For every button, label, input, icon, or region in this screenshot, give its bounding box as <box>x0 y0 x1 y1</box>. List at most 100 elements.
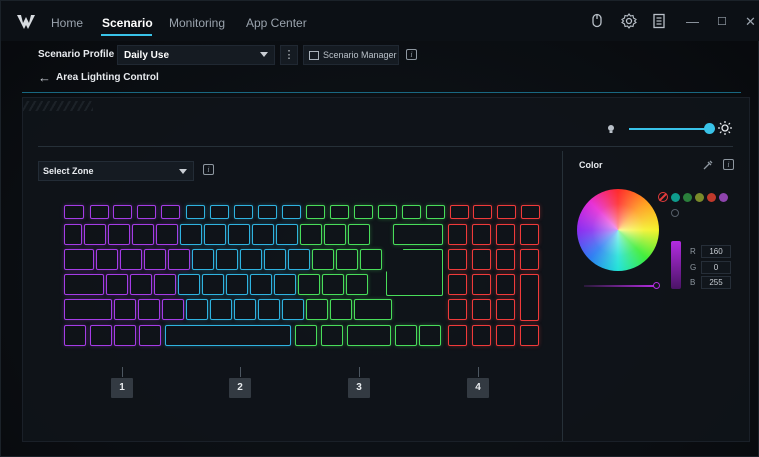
tab-scenario[interactable]: Scenario <box>102 16 153 30</box>
keyboard-key[interactable] <box>496 274 515 295</box>
keyboard-key[interactable] <box>113 205 132 219</box>
saturation-slider[interactable] <box>584 285 656 287</box>
keyboard-key[interactable] <box>216 249 238 270</box>
keyboard-key[interactable] <box>64 325 86 346</box>
keyboard-key[interactable] <box>312 249 334 270</box>
keyboard-key[interactable] <box>520 325 539 346</box>
keyboard-key[interactable] <box>348 224 370 245</box>
keyboard-key[interactable] <box>108 224 130 245</box>
eyedropper-icon[interactable] <box>702 159 714 171</box>
keyboard-key[interactable] <box>300 224 322 245</box>
keyboard-key[interactable] <box>521 205 540 219</box>
maximize-icon[interactable]: ☐ <box>717 15 727 28</box>
keyboard-key[interactable] <box>321 325 343 346</box>
keyboard-key[interactable] <box>250 274 272 295</box>
keyboard-key[interactable] <box>120 249 142 270</box>
keyboard-key[interactable] <box>306 205 325 219</box>
keyboard-key[interactable] <box>234 299 256 320</box>
keyboard-key[interactable] <box>154 274 176 295</box>
keyboard-key[interactable] <box>298 274 320 295</box>
keyboard-key[interactable] <box>138 299 160 320</box>
keyboard-key[interactable] <box>448 224 467 245</box>
keyboard-key[interactable] <box>84 224 106 245</box>
keyboard-key[interactable] <box>90 205 109 219</box>
keyboard-key[interactable] <box>64 249 94 270</box>
keyboard-key[interactable] <box>354 205 373 219</box>
keyboard-key[interactable] <box>210 205 229 219</box>
keyboard-key[interactable] <box>137 205 156 219</box>
keyboard-key[interactable] <box>419 325 441 346</box>
keyboard-key[interactable] <box>210 299 232 320</box>
tab-home[interactable]: Home <box>51 16 83 30</box>
keyboard-key[interactable] <box>378 205 397 219</box>
keyboard-key[interactable] <box>346 274 368 295</box>
keyboard-key[interactable] <box>472 224 491 245</box>
keyboard-key[interactable] <box>144 249 166 270</box>
keyboard-key[interactable] <box>295 325 317 346</box>
keyboard-key[interactable] <box>472 325 491 346</box>
keyboard-key[interactable] <box>258 299 280 320</box>
keyboard-key[interactable] <box>192 249 214 270</box>
keyboard-key[interactable] <box>395 325 417 346</box>
keyboard-key[interactable] <box>520 249 539 270</box>
keyboard-key[interactable] <box>202 274 224 295</box>
back-arrow-icon[interactable]: ← <box>38 71 51 84</box>
keyboard-key[interactable] <box>165 325 291 346</box>
keyboard-key[interactable] <box>473 205 492 219</box>
color-wheel[interactable] <box>577 189 659 271</box>
keyboard-key[interactable] <box>322 274 344 295</box>
keyboard-key[interactable] <box>264 249 286 270</box>
keyboard-key[interactable] <box>354 299 392 320</box>
rgb-g-input[interactable]: 0 <box>701 261 731 274</box>
keyboard-key[interactable] <box>496 325 515 346</box>
mouse-icon[interactable] <box>589 13 605 29</box>
tab-app-center[interactable]: App Center <box>246 16 307 30</box>
color-swatch[interactable] <box>719 193 728 202</box>
rgb-r-input[interactable]: 160 <box>701 245 731 258</box>
keyboard-key[interactable] <box>520 224 539 245</box>
keyboard-key[interactable] <box>274 274 296 295</box>
keyboard-key[interactable] <box>330 299 352 320</box>
keyboard-key[interactable] <box>282 299 304 320</box>
brightness-slider[interactable] <box>629 128 709 130</box>
zone-2-button[interactable]: 2 <box>229 378 251 398</box>
keyboard-key[interactable] <box>64 205 84 219</box>
keyboard-key[interactable] <box>96 249 118 270</box>
keyboard-key[interactable] <box>186 205 205 219</box>
keyboard-key[interactable] <box>178 274 200 295</box>
keyboard-key[interactable] <box>226 274 248 295</box>
keyboard-key[interactable] <box>180 224 202 245</box>
zone-3-button[interactable]: 3 <box>348 378 370 398</box>
keyboard-key[interactable] <box>426 205 445 219</box>
close-icon[interactable]: ✕ <box>745 14 756 30</box>
keyboard-key[interactable] <box>64 299 112 320</box>
info-icon[interactable]: i <box>203 164 214 175</box>
keyboard-key[interactable] <box>156 224 178 245</box>
keyboard-key[interactable] <box>472 249 491 270</box>
keyboard-key[interactable] <box>64 274 104 295</box>
keyboard-key[interactable] <box>472 299 491 320</box>
info-icon[interactable]: i <box>723 159 734 170</box>
keyboard-key[interactable] <box>288 249 310 270</box>
keyboard-key[interactable] <box>402 205 421 219</box>
keyboard-key[interactable] <box>64 224 82 245</box>
add-swatch-button[interactable] <box>671 209 679 217</box>
keyboard-key[interactable] <box>276 224 298 245</box>
keyboard-key[interactable] <box>132 224 154 245</box>
keyboard-key[interactable] <box>520 274 539 321</box>
keyboard-key[interactable] <box>162 299 184 320</box>
keyboard-key[interactable] <box>106 274 128 295</box>
color-swatch[interactable] <box>695 193 704 202</box>
brightness-slider-knob[interactable] <box>704 123 715 134</box>
saturation-slider-knob[interactable] <box>653 282 660 289</box>
zone-1-button[interactable]: 1 <box>111 378 133 398</box>
zone-4-button[interactable]: 4 <box>467 378 489 398</box>
keyboard-key[interactable] <box>114 325 136 346</box>
color-swatch[interactable] <box>707 193 716 202</box>
keyboard-key[interactable] <box>306 299 328 320</box>
keyboard-key[interactable] <box>347 325 391 346</box>
tab-monitoring[interactable]: Monitoring <box>169 16 225 30</box>
rgb-b-input[interactable]: 255 <box>701 276 731 289</box>
keyboard-key[interactable] <box>360 249 382 270</box>
keyboard-key[interactable] <box>130 274 152 295</box>
